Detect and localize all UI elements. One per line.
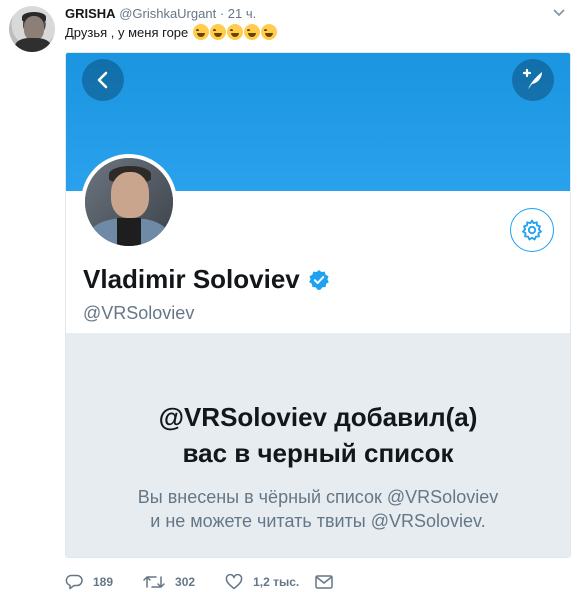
profile-screen-name: @VRSoloviev bbox=[83, 303, 195, 323]
tears-of-joy-emoji-icon bbox=[192, 24, 209, 40]
direct-message-button[interactable] bbox=[315, 575, 343, 589]
retweet-count: 302 bbox=[175, 575, 196, 589]
reply-count: 189 bbox=[93, 575, 114, 589]
tears-of-joy-emoji-icon bbox=[243, 24, 260, 40]
blocked-notice-description: Вы внесены в чёрный список @VRSoloviev и… bbox=[66, 485, 570, 533]
tears-of-joy-emoji-icon bbox=[209, 24, 226, 40]
profile-avatar[interactable] bbox=[81, 154, 177, 250]
blocked-notice-panel: @VRSoloviev добавил(а) вас в черный спис… bbox=[66, 333, 570, 557]
like-count: 1,2 тыс. bbox=[253, 575, 300, 589]
blocked-title-line-1: @VRSoloviev добавил(а) bbox=[158, 402, 478, 432]
verified-badge-icon bbox=[308, 269, 329, 290]
compose-button[interactable] bbox=[512, 59, 554, 101]
chevron-left-icon bbox=[97, 71, 108, 89]
tears-of-joy-emoji-icon bbox=[226, 24, 243, 40]
blocked-notice-title: @VRSoloviev добавил(а) вас в черный спис… bbox=[66, 399, 570, 471]
attached-screenshot-card[interactable]: Vladimir Soloviev @VRSoloviev @VRSolovie… bbox=[65, 52, 571, 558]
display-name-text: Vladimir Soloviev bbox=[83, 264, 300, 294]
compose-feather-icon bbox=[522, 68, 542, 89]
blocked-title-line-2: вас в черный список bbox=[182, 438, 454, 468]
reply-bubble-icon bbox=[65, 574, 83, 590]
tweet-time[interactable]: 21 ч. bbox=[228, 6, 256, 21]
tweet-text-body: Друзья , у меня горе bbox=[65, 25, 189, 40]
like-button[interactable]: 1,2 тыс. bbox=[225, 574, 299, 590]
tweet-text: Друзья , у меня горе bbox=[65, 24, 277, 41]
blocked-desc-line-2: и не можете читать твиты @VRSoloviev. bbox=[150, 511, 486, 531]
tweet-actions: 189 302 1,2 тыс. bbox=[65, 572, 373, 592]
profile-display-name: Vladimir Soloviev bbox=[83, 264, 330, 295]
author-avatar[interactable] bbox=[9, 6, 55, 52]
reply-button[interactable]: 189 bbox=[65, 574, 113, 590]
retweet-icon bbox=[143, 576, 165, 588]
settings-button[interactable] bbox=[510, 208, 554, 252]
envelope-icon bbox=[315, 575, 333, 589]
tears-of-joy-emoji-icon bbox=[260, 24, 277, 40]
author-name[interactable]: GRISHA bbox=[65, 6, 116, 21]
back-button[interactable] bbox=[82, 59, 124, 101]
separator-dot: · bbox=[219, 6, 225, 21]
gear-icon bbox=[522, 219, 542, 241]
tweet-header: GRISHA @GrishkaUrgant · 21 ч. bbox=[65, 6, 256, 22]
blocked-desc-line-1: Вы внесены в чёрный список @VRSoloviev bbox=[137, 487, 499, 507]
author-handle[interactable]: @GrishkaUrgant bbox=[119, 6, 216, 21]
tweet: GRISHA @GrishkaUrgant · 21 ч. Друзья , у… bbox=[0, 0, 578, 592]
chevron-down-icon[interactable] bbox=[553, 9, 565, 17]
retweet-button[interactable]: 302 bbox=[143, 574, 195, 590]
heart-icon bbox=[225, 574, 243, 590]
